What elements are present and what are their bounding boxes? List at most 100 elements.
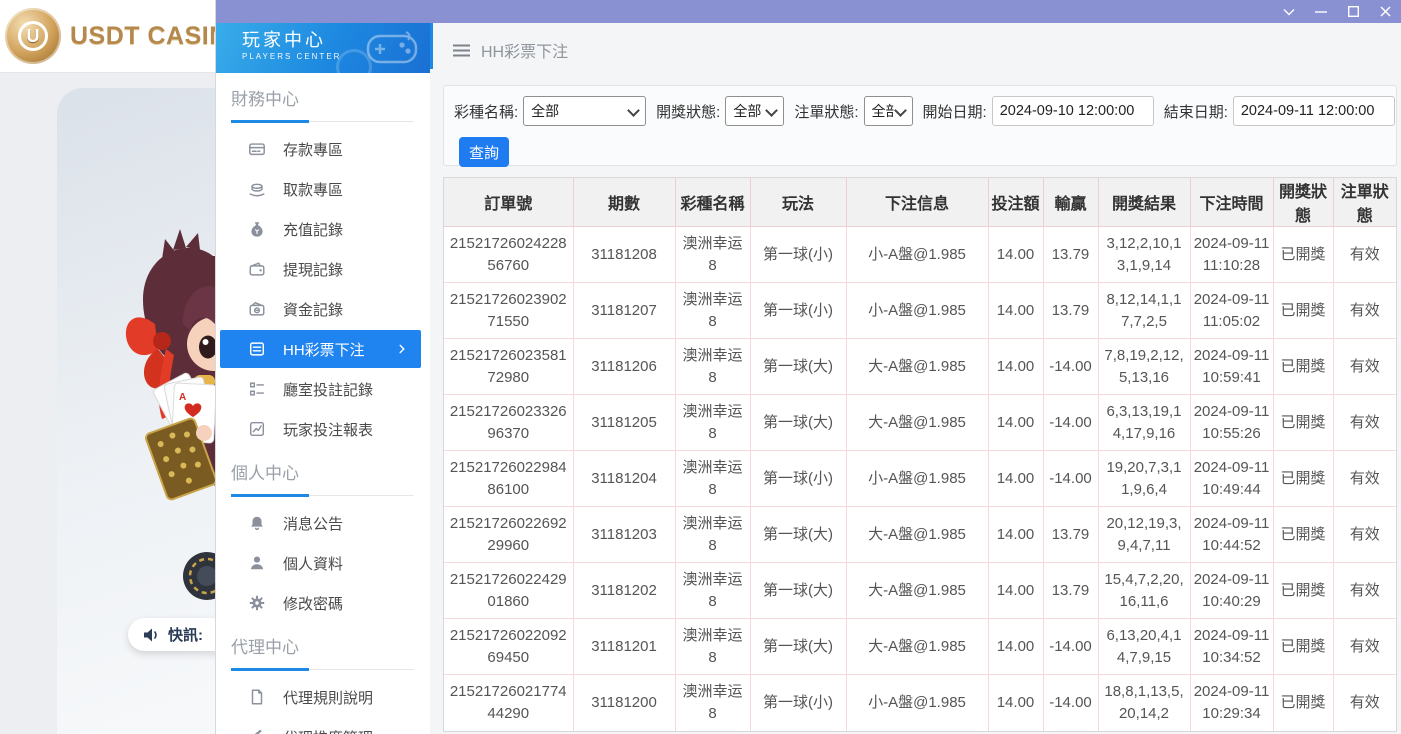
table-cell: 第一球(小) [750, 675, 846, 731]
hamburger-menu-icon[interactable] [453, 44, 470, 57]
table-cell: 已開獎 [1273, 339, 1333, 395]
start-date-input[interactable] [992, 96, 1154, 126]
minimize-icon [1315, 7, 1327, 17]
table-cell: 2024-09-11 11:10:28 [1190, 227, 1273, 283]
table-cell: 大-A盤@1.985 [846, 339, 988, 395]
accent-line [430, 23, 433, 69]
sidebar-item-hh-lottery-bet[interactable]: HH彩票下注 [220, 330, 421, 368]
table-cell: 8,12,14,1,17,7,2,5 [1098, 283, 1190, 339]
app-window: U USDT CASINO A [0, 0, 1401, 734]
close-icon [1380, 6, 1391, 17]
table-cell: 14.00 [988, 507, 1043, 563]
minimize-button[interactable] [1305, 0, 1337, 23]
section-underline [231, 120, 414, 123]
draw-status-label: 開獎狀態: [656, 101, 720, 122]
bell-icon [248, 514, 266, 532]
table-cell: -14.00 [1043, 675, 1098, 731]
sidebar-section-header: 個人中心 [215, 449, 430, 503]
table-cell: 已開獎 [1273, 675, 1333, 731]
table-cell: 2152172602358172980 [444, 339, 573, 395]
sidebar-item-agent-rules[interactable]: 代理規則說明 [215, 677, 430, 717]
table-cell: 20,12,19,3,9,4,7,11 [1098, 507, 1190, 563]
table-cell: 2152172602269229960 [444, 507, 573, 563]
sidebar-item-label: 資金記錄 [283, 299, 343, 320]
chevron-down-button[interactable] [1273, 0, 1305, 23]
table-cell: 小-A盤@1.985 [846, 227, 988, 283]
sidebar-item-funds-record[interactable]: 資金記錄 [215, 289, 430, 329]
table-cell: 澳洲幸运8 [675, 283, 750, 339]
sidebar-item-news-announcement[interactable]: 消息公告 [215, 503, 430, 543]
sidebar-item-recharge-record[interactable]: 充值記錄 [215, 209, 430, 249]
brand-header: U USDT CASINO [0, 0, 215, 73]
table-cell: 31181201 [573, 619, 675, 675]
sidebar-item-label: 玩家投注報表 [283, 419, 373, 440]
table-cell: 第一球(大) [750, 619, 846, 675]
table-header-cell: 玩法 [750, 178, 846, 227]
table-cell: 澳洲幸运8 [675, 451, 750, 507]
table-cell: 小-A盤@1.985 [846, 675, 988, 731]
section-underline [231, 668, 414, 671]
table-cell: 澳洲幸运8 [675, 227, 750, 283]
gamepad-icon [366, 30, 418, 71]
main-content: HH彩票下注 彩種名稱: 全部 開獎狀態: 全部 注單狀態: [430, 23, 1401, 734]
sidebar-nav: 財務中心存款專區取款專區充值記錄提現記錄資金記錄HH彩票下注廳室投註記錄玩家投注… [215, 73, 430, 734]
table-cell: 7,8,19,2,12,5,13,16 [1098, 339, 1190, 395]
table-cell: 第一球(小) [750, 283, 846, 339]
table-cell: 2152172602209269450 [444, 619, 573, 675]
wallet-icon [248, 260, 266, 278]
deposit-card-icon [248, 140, 266, 158]
close-button[interactable] [1369, 0, 1401, 23]
table-cell: 14.00 [988, 227, 1043, 283]
news-ticker-label: 快訊: [168, 624, 203, 645]
sidebar-item-change-password[interactable]: 修改密碼 [215, 583, 430, 623]
table-cell: 14.00 [988, 451, 1043, 507]
document-icon [248, 688, 266, 706]
table-body: 215217260242285676031181208澳洲幸运8第一球(小)小-… [444, 227, 1396, 731]
table-cell: 31181208 [573, 227, 675, 283]
table-row: 215217260239027155031181207澳洲幸运8第一球(小)小-… [444, 283, 1396, 339]
table-cell: 6,3,13,19,14,17,9,16 [1098, 395, 1190, 451]
table-cell: 有效 [1333, 283, 1396, 339]
sidebar-item-player-bet-report[interactable]: 玩家投注報表 [215, 409, 430, 449]
sidebar-item-label: 存款專區 [283, 139, 343, 160]
sidebar-item-withdraw-record[interactable]: 提現記錄 [215, 249, 430, 289]
checklist-icon [248, 380, 266, 398]
sidebar-item-room-bet-record[interactable]: 廳室投註記錄 [215, 369, 430, 409]
table-header-cell: 彩種名稱 [675, 178, 750, 227]
report-icon [248, 420, 266, 438]
table-cell: 有效 [1333, 339, 1396, 395]
sidebar-item-deposit-zone[interactable]: 存款專區 [215, 129, 430, 169]
table-cell: -14.00 [1043, 339, 1098, 395]
table-cell: 14.00 [988, 675, 1043, 731]
mascot-character-image: A [115, 228, 215, 608]
section-underline [231, 494, 414, 497]
sidebar-item-withdraw-zone[interactable]: 取款專區 [215, 169, 430, 209]
table-cell: 31181203 [573, 507, 675, 563]
table-row: 215217260233269637031181205澳洲幸运8第一球(大)大-… [444, 395, 1396, 451]
table-cell: 19,20,7,3,11,9,6,4 [1098, 451, 1190, 507]
table-cell: 已開獎 [1273, 507, 1333, 563]
table-cell: 已開獎 [1273, 395, 1333, 451]
sidebar-item-agent-promotion[interactable]: 代理推廣管理 [215, 717, 430, 734]
table-row: 215217260220926945031181201澳洲幸运8第一球(大)大-… [444, 619, 1396, 675]
search-button[interactable]: 查詢 [459, 137, 509, 167]
table-header-cell: 下注時間 [1190, 178, 1273, 227]
table-cell: 15,4,7,2,20,16,11,6 [1098, 563, 1190, 619]
table-cell: 13.79 [1043, 563, 1098, 619]
lottery-name-select[interactable]: 全部 [523, 96, 646, 126]
order-status-select[interactable]: 全部 [864, 96, 913, 126]
bets-table: 訂單號期數彩種名稱玩法下注信息投注額輸贏開獎結果下注時間開獎狀態注單狀態 215… [444, 178, 1396, 731]
table-cell: 第一球(小) [750, 451, 846, 507]
sidebar-item-personal-profile[interactable]: 個人資料 [215, 543, 430, 583]
list-icon [248, 340, 266, 358]
svg-text:A: A [179, 392, 186, 403]
table-cell: 有效 [1333, 227, 1396, 283]
end-date-input[interactable] [1233, 96, 1395, 126]
table-header-cell: 注單狀態 [1333, 178, 1396, 227]
maximize-button[interactable] [1337, 0, 1369, 23]
table-row: 215217260229848610031181204澳洲幸运8第一球(小)小-… [444, 451, 1396, 507]
lottery-name-label: 彩種名稱: [454, 101, 518, 122]
table-cell: 小-A盤@1.985 [846, 451, 988, 507]
draw-status-select[interactable]: 全部 [725, 96, 784, 126]
table-header-cell: 投注額 [988, 178, 1043, 227]
